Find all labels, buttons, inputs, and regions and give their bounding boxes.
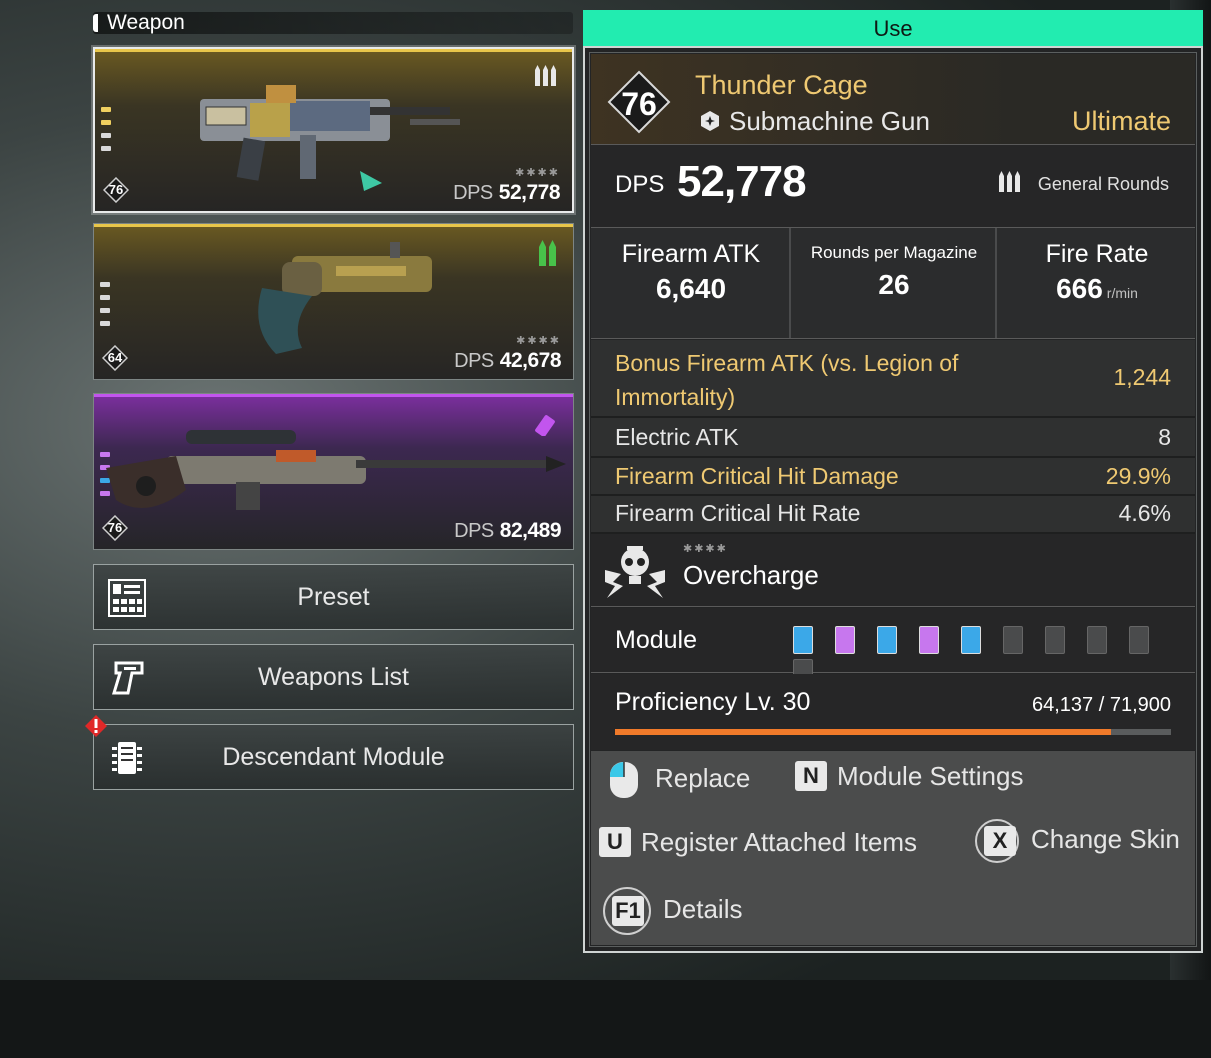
skull-lightning-icon	[605, 546, 665, 598]
general-rounds-icon	[535, 65, 556, 86]
rarity-label: Ultimate	[1071, 106, 1171, 136]
proficiency-value: 64,137 / 71,900	[1031, 694, 1171, 716]
proficiency-bar	[615, 729, 1171, 735]
x-key-icon: X	[975, 819, 1019, 863]
weapon-detail-panel: 76 Thunder Cage Submachine Gun Ultimate …	[583, 46, 1203, 953]
preset-label: Preset	[297, 583, 370, 611]
use-button[interactable]: Use	[583, 10, 1203, 46]
u-key-icon: U	[599, 827, 631, 857]
dps-label: DPS	[615, 171, 665, 198]
module-slot-2[interactable]	[835, 626, 855, 654]
module-slot-3[interactable]	[877, 626, 897, 654]
section-marker	[93, 14, 98, 32]
star-rating: ✱✱✱✱	[516, 335, 561, 347]
rarity-line	[94, 224, 573, 227]
rounds-per-magazine-stat: Rounds per Magazine 26	[810, 243, 978, 300]
main-stats: Firearm ATK 6,640 Rounds per Magazine 26…	[591, 228, 1195, 339]
firearm-atk-stat: Firearm ATK 6,640	[621, 240, 761, 304]
f1-key-icon: F1	[603, 887, 651, 935]
module-slot-7[interactable]	[1045, 626, 1065, 654]
proficiency-bar-fill	[615, 729, 1111, 735]
details-action[interactable]: F1 Details	[603, 887, 742, 935]
replace-action[interactable]: Replace	[609, 761, 750, 799]
weapon-type: Submachine Gun	[699, 106, 930, 137]
dps-readout: DPS 52,778	[453, 181, 560, 204]
module-slot-4[interactable]	[919, 626, 939, 654]
star-rating: ✱✱✱✱	[515, 167, 560, 179]
ability-name: Overcharge	[683, 560, 819, 590]
dps-row: DPS 52,778 General Rounds	[591, 145, 1195, 228]
module-settings-action[interactable]: N Module Settings	[795, 761, 1023, 792]
module-row: Module	[591, 608, 1195, 687]
substat-crit-rate: Firearm Critical Hit Rate 4.6%	[591, 496, 1195, 534]
descendant-module-button[interactable]: Descendant Module	[93, 724, 574, 790]
level-badge: 76	[103, 177, 129, 203]
weapon-header: 76 Thunder Cage Submachine Gun Ultimate	[591, 54, 1195, 145]
level-badge: 64	[102, 345, 128, 371]
weapon-type-icon	[701, 111, 719, 131]
substat-electric-atk: Electric ATK 8	[591, 418, 1195, 458]
section-header: Weapon	[93, 11, 573, 34]
proficiency-label: Proficiency Lv. 30	[615, 688, 811, 716]
module-slot-6[interactable]	[1003, 626, 1023, 654]
module-slot-indicator	[101, 107, 113, 159]
fire-rate-stat: Fire Rate 666 r/min	[1045, 240, 1149, 304]
rarity-line	[95, 49, 572, 52]
unique-ability: ✱✱✱✱ Overcharge	[591, 534, 1195, 607]
impact-rounds-icon	[535, 415, 555, 436]
module-slot-1[interactable]	[793, 626, 813, 654]
weapon-card-sniper-rifle[interactable]: 76 DPS 82,489	[93, 393, 574, 550]
rarity-line	[94, 394, 573, 397]
module-slot-5[interactable]	[961, 626, 981, 654]
sniper-rifle-image	[106, 430, 566, 510]
hand-cannon-image	[258, 242, 432, 354]
proficiency-row: Proficiency Lv. 30 64,137 / 71,900	[591, 674, 1195, 750]
module-slot-8[interactable]	[1087, 626, 1107, 654]
weapons-list-label: Weapons List	[257, 663, 409, 691]
background-band	[0, 980, 1211, 1058]
weapon-level-badge: 76	[607, 70, 671, 134]
alert-icon	[85, 715, 107, 737]
module-slot-indicator	[100, 282, 112, 334]
dps-readout: DPS 42,678	[454, 349, 561, 372]
ability-star-rating: ✱✱✱✱	[683, 543, 728, 555]
ammo-type: General Rounds	[998, 171, 1169, 195]
module-label: Module	[615, 626, 697, 654]
section-title: Weapon	[107, 11, 185, 34]
substat-crit-damage: Firearm Critical Hit Damage 29.9%	[591, 458, 1195, 496]
general-rounds-icon	[998, 171, 1020, 192]
register-attached-items-action[interactable]: U Register Attached Items	[599, 827, 917, 858]
weapon-card-hand-cannon[interactable]: 64 ✱✱✱✱ DPS 42,678	[93, 223, 574, 380]
dps-value: 52,778	[677, 157, 807, 206]
weapons-list-button[interactable]: Weapons List	[93, 644, 574, 710]
special-rounds-icon	[539, 240, 556, 266]
weapon-name: Thunder Cage	[695, 70, 868, 100]
change-skin-action[interactable]: X Change Skin	[975, 819, 1180, 863]
submachine-gun-image	[200, 85, 460, 191]
level-badge: 76	[102, 515, 128, 541]
n-key-icon: N	[795, 761, 827, 791]
mouse-icon	[610, 762, 638, 798]
preset-button[interactable]: Preset	[93, 564, 574, 630]
weapon-card-thunder-cage[interactable]: 76 ✱✱✱✱ DPS 52,778	[93, 47, 574, 213]
descendant-module-label: Descendant Module	[222, 743, 445, 771]
substat-bonus-firearm-atk: Bonus Firearm ATK (vs. Legion of Immortal…	[591, 340, 1195, 418]
module-slot-9[interactable]	[1129, 626, 1149, 654]
action-bar: Replace N Module Settings U Register Attac…	[591, 751, 1195, 945]
dps-readout: DPS 82,489	[454, 519, 561, 542]
